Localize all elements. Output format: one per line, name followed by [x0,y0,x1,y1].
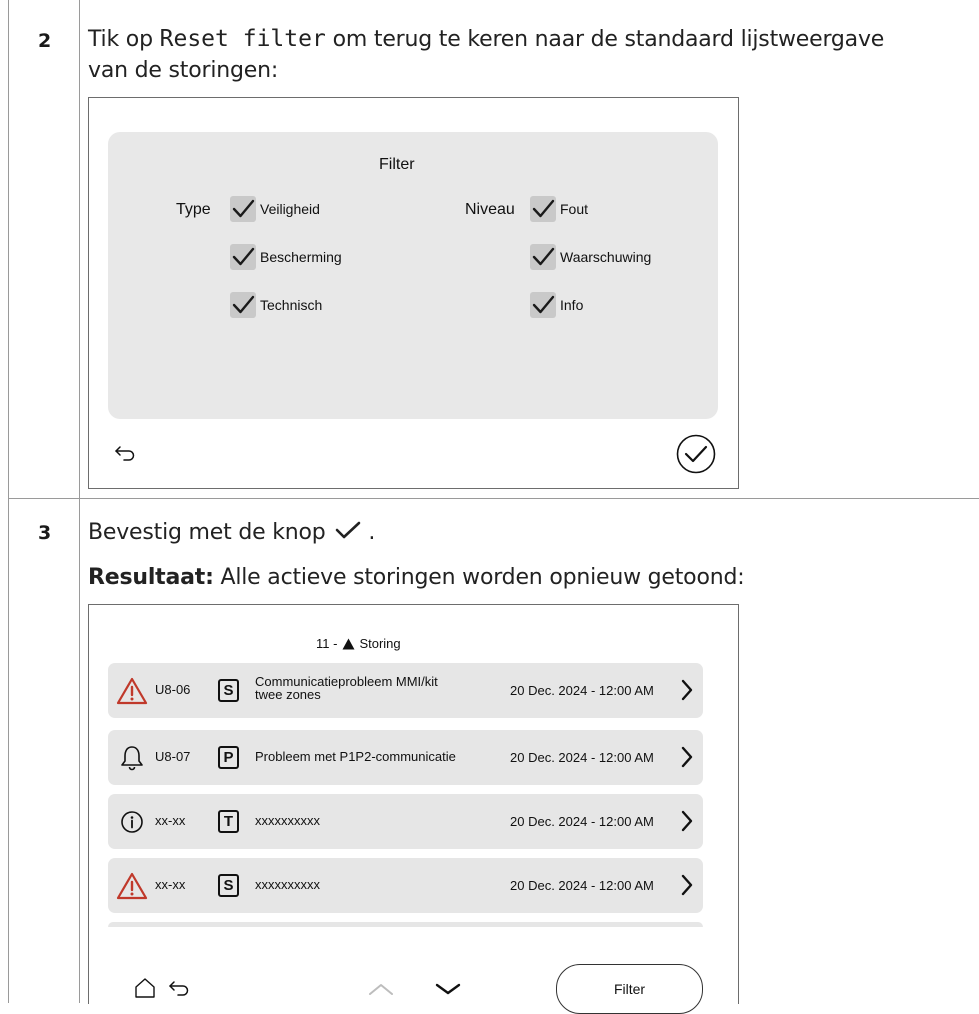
back-button[interactable] [110,440,140,466]
fault-code: xx-xx [155,877,186,892]
warning-triangle-icon [342,638,355,649]
scroll-down-button[interactable] [433,978,463,1000]
fault-row[interactable]: U8-07 P Probleem met P1P2-communicatie 2… [108,730,703,785]
fault-row[interactable]: xx-xx S xxxxxxxxxx 20 Dec. 2024 - 12:00 … [108,858,703,913]
info-circle-icon [121,811,143,833]
result-label: Resultaat: [88,565,214,590]
warning-triangle-icon [116,677,148,705]
fault-type-badge: S [218,679,239,702]
warning-triangle-icon [116,872,148,900]
fault-description: xxxxxxxxxx [255,878,505,891]
fault-code: xx-xx [155,813,186,828]
fault-date: 20 Dec. 2024 - 12:00 AM [510,878,654,893]
home-button[interactable] [132,975,158,1001]
fault-type-badge: S [218,874,239,897]
fault-type-badge: T [218,810,239,833]
checkbox-checked-icon [230,196,256,222]
chevron-up-icon [369,984,393,995]
fault-description-line: xxxxxxxxxx [255,813,320,828]
checkbox-label: Info [560,297,584,313]
checkbox-label: Bescherming [260,249,342,265]
fault-date: 20 Dec. 2024 - 12:00 AM [510,814,654,829]
instruction-text: . [368,520,376,545]
fault-type-badge: P [218,746,239,769]
chevron-down-icon [435,983,461,995]
filter-title: Filter [379,156,415,173]
fault-count: 11 - [316,636,338,651]
back-arrow-icon [115,446,135,461]
instruction-text: van de storingen: [88,58,279,83]
checkbox-technisch[interactable]: Technisch [230,292,322,318]
fault-date: 20 Dec. 2024 - 12:00 AM [510,683,654,698]
result-line: Resultaat: Alle actieve storingen worden… [88,562,973,593]
checkbox-checked-icon [530,244,556,270]
fault-list-title: Storing [359,636,401,651]
checkbox-info[interactable]: Info [530,292,583,318]
check-icon [336,521,361,539]
scroll-up-button[interactable] [366,978,396,1000]
checkbox-label: Veiligheid [260,201,320,217]
checkbox-checked-icon [230,292,256,318]
fault-code: U8-06 [155,682,191,697]
step-3-instruction: Bevestig met de knop . [88,517,973,548]
fault-row[interactable]: U8-06 S Communicatieprobleem MMI/kit twe… [108,663,703,718]
checkbox-veiligheid[interactable]: Veiligheid [230,196,320,222]
filter-panel [108,132,718,419]
back-button[interactable] [166,975,192,1001]
instruction-text: om terug te keren naar de standaard lijs… [325,27,885,52]
table-left-border [8,0,9,1003]
checkbox-bescherming[interactable]: Bescherming [230,244,342,270]
result-text: Alle actieve storingen worden opnieuw ge… [213,565,745,590]
fault-description: Communicatieprobleem MMI/kit twee zones [255,675,505,701]
reset-filter-code: Reset filter [159,26,326,52]
filter-button-label: Filter [613,981,646,997]
home-icon [135,978,155,998]
chevron-right-icon [681,874,693,896]
instruction-text: Tik op [88,27,160,52]
level-group-label: Niveau [465,201,515,218]
checkbox-fout[interactable]: Fout [530,196,588,222]
table-column-divider [79,0,80,1003]
instruction-text: Bevestig met de knop [88,520,333,545]
fault-description: Probleem met P1P2-communicatie [255,750,505,763]
checkbox-label: Technisch [260,297,323,313]
checkbox-label: Waarschuwing [560,249,652,265]
step-2-instruction: Tik op Reset filter om terug te keren na… [88,24,973,86]
fault-description-line: Probleem met P1P2-communicatie [255,749,456,764]
table-row-divider [8,498,979,499]
fault-description: xxxxxxxxxx [255,814,505,827]
fault-row-partial [108,922,703,927]
checkbox-checked-icon [230,244,256,270]
filter-button[interactable]: Filter [556,964,703,1014]
chevron-right-icon [681,679,693,701]
check-circle-icon [676,434,716,474]
step-number: 3 [38,522,52,544]
type-group-label: Type [176,201,211,218]
checkbox-checked-icon [530,196,556,222]
checkbox-checked-icon [530,292,556,318]
checkbox-label: Fout [560,201,589,217]
chevron-right-icon [681,810,693,832]
confirm-button[interactable] [676,434,716,474]
checkbox-waarschuwing[interactable]: Waarschuwing [530,244,651,270]
fault-description-line: twee zones [255,687,321,702]
bell-icon [121,746,143,771]
fault-code: U8-07 [155,749,191,764]
fault-row[interactable]: xx-xx T xxxxxxxxxx 20 Dec. 2024 - 12:00 … [108,794,703,849]
fault-list-header: 11 - Storing [316,636,401,651]
step-number: 2 [38,30,52,52]
fault-description-line: xxxxxxxxxx [255,877,320,892]
chevron-right-icon [681,746,693,768]
back-arrow-icon [169,981,189,996]
fault-date: 20 Dec. 2024 - 12:00 AM [510,750,654,765]
